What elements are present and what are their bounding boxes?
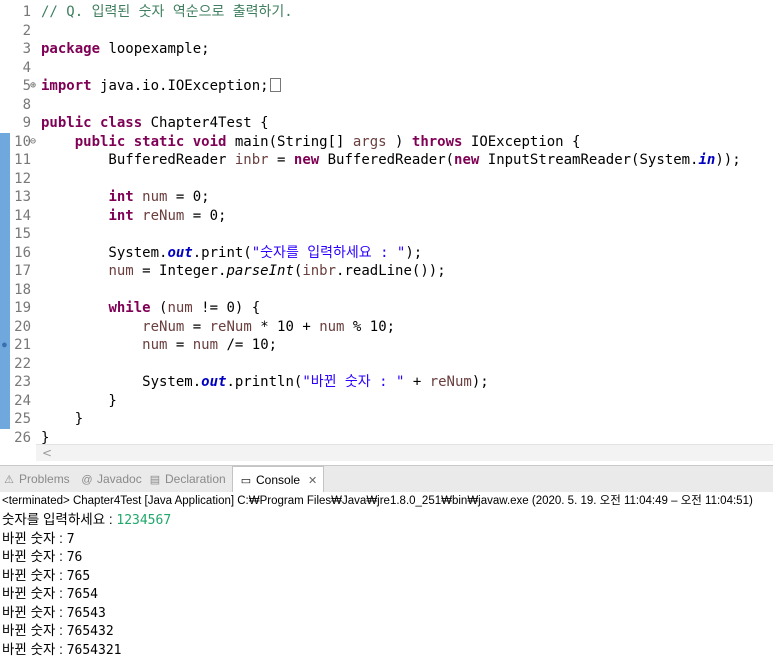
declaration-icon: ▤: [149, 474, 161, 486]
code-text: // Q. 입력된 숫자 역순으로 출력하기.: [41, 4, 293, 20]
code-line[interactable]: 15: [0, 225, 773, 243]
code-line[interactable]: 10 ⊖ public static void main(String[] arg…: [0, 133, 773, 151]
code-line[interactable]: 16 System.out.print("숫자를 입력하세요 : ");: [0, 244, 773, 262]
line-number: 3: [22, 41, 31, 57]
tab-javadoc[interactable]: @ Javadoc: [80, 466, 142, 492]
tab-label: Declaration: [165, 472, 226, 486]
fold-expand-icon[interactable]: ⊕: [30, 77, 36, 95]
code-line[interactable]: 9 public class Chapter4Test {: [0, 114, 773, 132]
line-number: 25: [14, 411, 31, 427]
code-line[interactable]: 25 }: [0, 410, 773, 428]
console-output-line: 바뀐 숫자 : 765: [2, 567, 91, 584]
line-number: 9: [22, 115, 31, 131]
line-number: 14: [14, 207, 31, 224]
code-text: public static void main(String[] args ) …: [74, 133, 581, 150]
line-number: 17: [14, 263, 31, 279]
tab-declaration[interactable]: ▤ Declaration: [148, 466, 226, 492]
tab-label: Console: [256, 473, 301, 487]
code-text: num = num /= 10;: [142, 337, 278, 353]
code-text: }: [41, 411, 84, 427]
code-text: BufferedReader inbr = new BufferedReader…: [41, 152, 741, 168]
line-number: 8: [22, 96, 31, 113]
tab-console[interactable]: ▭ Console ✕: [232, 466, 325, 492]
console-output-line: 바뀐 숫자 : 76: [2, 549, 83, 565]
line-number: 22: [14, 355, 31, 372]
code-line[interactable]: 20 reNum = reNum * 10 + num % 10;: [0, 318, 773, 336]
code-line[interactable]: 5 ⊕ import java.io.IOException;: [0, 77, 773, 95]
javadoc-icon: @: [81, 474, 93, 486]
code-text: }: [41, 392, 117, 409]
console-output-line: 바뀐 숫자 : 7: [2, 530, 75, 547]
code-line[interactable]: 11 BufferedReader inbr = new BufferedRea…: [0, 151, 773, 169]
line-number: 1: [22, 4, 31, 20]
console-icon: ▭: [240, 475, 252, 487]
code-line[interactable]: 18: [0, 281, 773, 299]
code-text: num = Integer.parseInt(inbr.readLine());: [108, 263, 446, 279]
code-text: reNum = reNum * 10 + num % 10;: [142, 318, 396, 335]
tab-label: Javadoc: [97, 472, 142, 486]
line-number: 12: [14, 170, 31, 187]
code-line[interactable]: 12: [0, 170, 773, 188]
line-number: 23: [14, 374, 31, 390]
code-text: public class Chapter4Test {: [41, 115, 269, 131]
console-output-line: 바뀐 숫자 : 76543: [2, 604, 106, 621]
console-output-line: 바뀐 숫자 : 7654321: [2, 641, 122, 658]
user-input: 1234567: [116, 513, 172, 528]
collapsed-import-icon[interactable]: [269, 78, 281, 92]
code-editor[interactable]: ● 1// Q. 입력된 숫자 역순으로 출력하기. 2 3 package loop…: [0, 0, 773, 462]
prompt-text: 숫자를 입력하세요 :: [2, 512, 117, 527]
line-number: 13: [14, 189, 31, 205]
code-line[interactable]: 17 num = Integer.parseInt(inbr.readLine(…: [0, 262, 773, 280]
code-text: import java.io.IOException;: [41, 77, 281, 95]
code-text: int reNum = 0;: [108, 207, 227, 224]
scroll-left-icon[interactable]: <: [42, 445, 52, 461]
line-number: 10: [14, 133, 31, 150]
line-number: 11: [14, 152, 31, 168]
code-line[interactable]: 23 System.out.println("바뀐 숫자 : " + reNum…: [0, 373, 773, 391]
code-line[interactable]: 8: [0, 96, 773, 114]
console-prompt-line: 숫자를 입력하세요 : 1234567: [2, 511, 171, 530]
console-status: <terminated> Chapter4Test [Java Applicat…: [2, 495, 753, 507]
code-line[interactable]: 13 int num = 0;: [0, 188, 773, 206]
line-number: 5: [22, 78, 31, 94]
code-text: package loopexample;: [41, 41, 210, 57]
code-line[interactable]: 4: [0, 59, 773, 77]
console-output[interactable]: 숫자를 입력하세요 : 1234567 바뀐 숫자 : 7 바뀐 숫자 : 76 바…: [0, 511, 773, 659]
code-line[interactable]: 14 int reNum = 0;: [0, 207, 773, 225]
line-number: 24: [14, 392, 31, 409]
line-number: 26: [14, 429, 31, 446]
code-text: System.out.print("숫자를 입력하세요 : ");: [41, 244, 423, 261]
code-line[interactable]: 19 while (num != 0) {: [0, 299, 773, 317]
console-output-line: 바뀐 숫자 : 765432: [2, 623, 114, 639]
line-number: 15: [14, 226, 31, 242]
console-output-line: 바뀐 숫자 : 7654: [2, 586, 98, 602]
close-icon[interactable]: ✕: [308, 475, 317, 487]
code-line[interactable]: 2: [0, 22, 773, 40]
problems-icon: ⚠: [4, 474, 14, 486]
code-line[interactable]: 22: [0, 355, 773, 373]
code-line[interactable]: 1 // Q. 입력된 숫자 역순으로 출력하기.: [0, 3, 773, 21]
tab-problems[interactable]: ⚠ Problems: [2, 466, 70, 492]
line-number: 16: [14, 244, 31, 261]
code-text: while (num != 0) {: [108, 300, 261, 316]
code-text: int num = 0;: [108, 189, 210, 205]
horizontal-scrollbar[interactable]: <: [36, 444, 773, 461]
tab-label: Problems: [19, 472, 70, 486]
line-number: 19: [14, 300, 31, 316]
line-number: 2: [22, 22, 31, 39]
code-line[interactable]: 3 package loopexample;: [0, 40, 773, 58]
line-number: 4: [22, 59, 31, 76]
line-number: 20: [14, 318, 31, 335]
code-line[interactable]: 21 num = num /= 10;: [0, 336, 773, 354]
views-tab-bar: ⚠ Problems @ Javadoc ▤ Declaration ▭ Console ✕: [0, 465, 773, 492]
line-number: 21: [14, 337, 31, 353]
fold-collapse-icon[interactable]: ⊖: [30, 133, 36, 151]
code-text: System.out.println("바뀐 숫자 : " + reNum);: [41, 374, 489, 390]
code-line[interactable]: 24 }: [0, 392, 773, 410]
line-number: 18: [14, 281, 31, 298]
